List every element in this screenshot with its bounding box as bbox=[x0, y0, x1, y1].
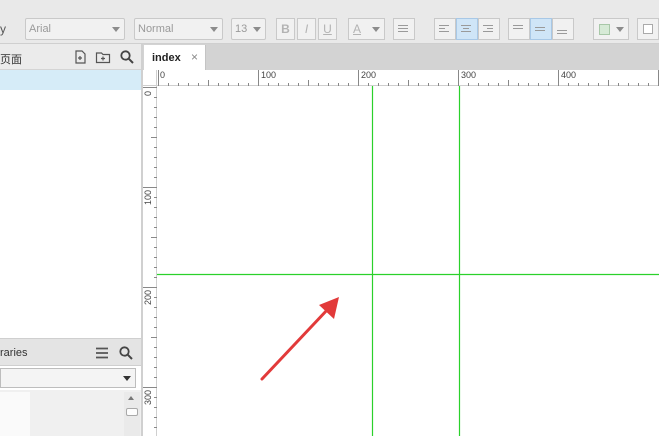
search-icon[interactable] bbox=[119, 49, 135, 65]
chevron-down-icon bbox=[112, 27, 120, 32]
search-icon[interactable] bbox=[118, 345, 134, 361]
font-family-value: Arial bbox=[29, 23, 52, 35]
page-tree bbox=[0, 90, 141, 338]
align-center-button[interactable] bbox=[456, 18, 478, 40]
horizontal-ruler[interactable]: 0 100 200 300 400 bbox=[157, 70, 659, 86]
tab-index[interactable]: index × bbox=[144, 45, 206, 71]
ruler-h-label: 400 bbox=[561, 70, 577, 80]
valign-middle-button[interactable] bbox=[530, 18, 552, 40]
vertical-ruler-ticks bbox=[143, 87, 157, 428]
align-right-icon bbox=[483, 25, 493, 34]
scrollbar-thumb[interactable] bbox=[126, 408, 138, 416]
chevron-down-icon bbox=[123, 376, 131, 381]
italic-button[interactable]: I bbox=[297, 18, 316, 40]
border-button[interactable] bbox=[637, 18, 659, 40]
ruler-v-label: 0 bbox=[143, 90, 153, 96]
ruler-corner bbox=[143, 70, 157, 86]
scroll-up-icon[interactable] bbox=[128, 396, 134, 400]
border-icon bbox=[643, 24, 653, 34]
text-color-label: A bbox=[353, 22, 362, 36]
bold-button[interactable]: B bbox=[276, 18, 295, 40]
valign-bottom-button[interactable] bbox=[552, 18, 574, 40]
horizontal-ruler-ticks bbox=[158, 70, 659, 86]
ruler-v-label: 100 bbox=[143, 189, 153, 205]
document-tab-bar: index × bbox=[143, 44, 659, 71]
ruler-h-label: 300 bbox=[461, 70, 477, 80]
font-style-value: Normal bbox=[138, 23, 174, 35]
chevron-down-icon bbox=[210, 27, 218, 32]
tab-label: index bbox=[152, 52, 181, 64]
underline-button[interactable]: U bbox=[318, 18, 337, 40]
library-widget-list bbox=[0, 392, 30, 436]
align-bottom-icon bbox=[557, 30, 567, 36]
page-tree-selected-row[interactable] bbox=[0, 70, 141, 90]
libraries-panel-header: raries bbox=[0, 338, 141, 366]
fill-swatch-icon bbox=[599, 24, 610, 35]
chevron-down-icon bbox=[372, 27, 380, 32]
menu-icon[interactable] bbox=[94, 345, 110, 361]
align-left-icon bbox=[439, 25, 449, 34]
ruler-v-label: 300 bbox=[143, 389, 153, 405]
valign-top-button[interactable] bbox=[508, 18, 530, 40]
font-style-select[interactable]: Normal bbox=[134, 18, 223, 40]
ruler-h-label: 0 bbox=[160, 70, 166, 80]
library-select[interactable] bbox=[0, 368, 136, 388]
font-size-select[interactable]: 13 bbox=[231, 18, 266, 40]
design-canvas[interactable] bbox=[158, 87, 659, 436]
ruler-h-label: 200 bbox=[361, 70, 377, 80]
align-right-button[interactable] bbox=[478, 18, 500, 40]
chevron-down-icon bbox=[616, 27, 624, 32]
vertical-ruler[interactable]: 0 100 200 300 bbox=[143, 86, 157, 436]
fill-color-button[interactable] bbox=[593, 18, 629, 40]
align-top-icon bbox=[513, 25, 523, 31]
pages-panel-header: 页面 bbox=[0, 44, 141, 70]
formatting-toolbar: y Arial Normal 13 B I U A bbox=[0, 0, 659, 44]
libraries-panel-title: raries bbox=[0, 347, 28, 359]
bullet-list-button[interactable] bbox=[393, 18, 415, 40]
toolbar-overflow-icon[interactable]: y bbox=[0, 22, 6, 36]
add-folder-icon[interactable] bbox=[95, 49, 111, 65]
close-icon[interactable]: × bbox=[191, 51, 198, 63]
text-color-button[interactable]: A bbox=[348, 18, 385, 40]
list-icon bbox=[398, 25, 408, 34]
add-page-icon[interactable] bbox=[72, 49, 88, 65]
ruler-v-label: 200 bbox=[143, 289, 153, 305]
ruler-h-label: 100 bbox=[261, 70, 277, 80]
font-family-select[interactable]: Arial bbox=[25, 18, 125, 40]
align-center-icon bbox=[461, 25, 471, 34]
font-size-value: 13 bbox=[235, 23, 248, 35]
pages-panel-title: 页面 bbox=[0, 54, 22, 66]
chevron-down-icon bbox=[253, 27, 261, 32]
align-middle-icon bbox=[535, 27, 545, 33]
align-left-button[interactable] bbox=[434, 18, 456, 40]
